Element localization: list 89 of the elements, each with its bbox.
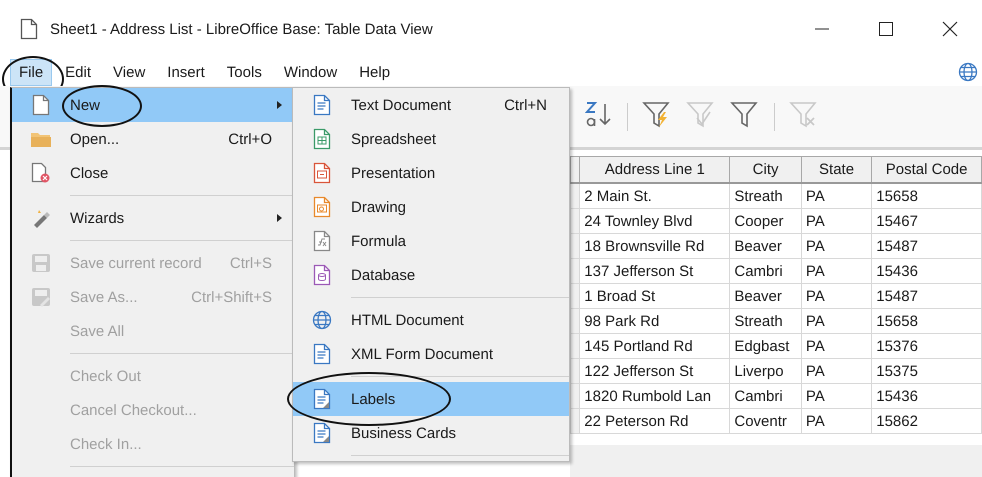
menu-item[interactable]: Wizards bbox=[12, 201, 294, 235]
menu-item[interactable]: Spreadsheet bbox=[293, 122, 569, 156]
table-cell: Liverpo bbox=[730, 358, 802, 384]
table-cell: Cambri bbox=[730, 258, 802, 284]
table-cell: Coventr bbox=[730, 408, 802, 434]
column-header[interactable]: City bbox=[730, 156, 802, 183]
menu-item[interactable]: Formula bbox=[293, 224, 569, 258]
table-cell: 122 Jefferson St bbox=[580, 358, 730, 384]
table-cell: Edgbast bbox=[730, 334, 802, 358]
menu-item[interactable]: Database bbox=[293, 258, 569, 292]
column-header[interactable]: State bbox=[801, 156, 872, 183]
drawing-icon bbox=[313, 196, 331, 218]
menu-item[interactable]: Open... Ctrl+O bbox=[12, 122, 294, 156]
globe-icon bbox=[958, 62, 978, 82]
autofilter-icon bbox=[642, 100, 672, 130]
floppy-pencil-icon bbox=[31, 287, 51, 307]
xml-document-icon bbox=[313, 343, 331, 365]
menu-item[interactable]: New bbox=[12, 88, 294, 122]
menu-item[interactable]: Labels bbox=[293, 382, 569, 416]
remove-filter-icon bbox=[789, 100, 819, 130]
table-cell: 1 Broad St bbox=[580, 284, 730, 308]
menu-bar-item[interactable]: View bbox=[104, 58, 154, 86]
table-cell: 18 Brownsville Rd bbox=[580, 234, 730, 258]
menu-item[interactable]: Text Document Ctrl+N bbox=[293, 88, 569, 122]
column-header[interactable]: Postal Code bbox=[872, 156, 982, 183]
table-cell: 24 Townley Blvd bbox=[580, 208, 730, 234]
database-icon bbox=[313, 264, 331, 286]
table-cell: PA bbox=[801, 334, 872, 358]
menu-item[interactable]: Close bbox=[12, 156, 294, 190]
menu-bar-item[interactable]: Window bbox=[274, 58, 346, 86]
table-cell: 15467 bbox=[872, 208, 982, 234]
spreadsheet-icon bbox=[313, 128, 331, 150]
document-icon bbox=[20, 18, 38, 40]
table-cell: Cambri bbox=[730, 384, 802, 408]
menu-bar-item[interactable]: Insert bbox=[158, 58, 214, 86]
table-cell: 98 Park Rd bbox=[580, 308, 730, 334]
table-cell: PA bbox=[801, 384, 872, 408]
table-cell: PA bbox=[801, 183, 872, 208]
maximize-icon[interactable] bbox=[878, 21, 894, 37]
menu-bar-item[interactable]: Edit bbox=[56, 58, 100, 86]
filter-icon bbox=[730, 100, 760, 130]
table-cell: 1820 Rumbold Lan bbox=[580, 384, 730, 408]
table-cell: PA bbox=[801, 408, 872, 434]
menu-bar-item[interactable]: File bbox=[10, 58, 52, 86]
formula-icon bbox=[313, 230, 331, 252]
table-cell: Cooper bbox=[730, 208, 802, 234]
table-cell: PA bbox=[801, 358, 872, 384]
globe-icon bbox=[312, 310, 332, 330]
menu-item[interactable]: Presentation bbox=[293, 156, 569, 190]
table-cell: 22 Peterson Rd bbox=[580, 408, 730, 434]
table-cell: 137 Jefferson St bbox=[580, 258, 730, 284]
floppy-icon bbox=[31, 253, 51, 273]
table-cell: 15658 bbox=[872, 308, 982, 334]
menu-item[interactable]: Drawing bbox=[293, 190, 569, 224]
table-cell: Streath bbox=[730, 183, 802, 208]
filter-check-icon bbox=[686, 100, 716, 130]
menu-item[interactable]: Business Cards bbox=[293, 416, 569, 450]
table-cell: 15376 bbox=[872, 334, 982, 358]
menu-item[interactable]: HTML Document bbox=[293, 303, 569, 337]
document-icon bbox=[32, 94, 50, 116]
labels-icon bbox=[313, 388, 331, 410]
table-cell: 15658 bbox=[872, 183, 982, 208]
menu-bar-item[interactable]: Help bbox=[350, 58, 400, 86]
close-icon[interactable] bbox=[942, 21, 958, 37]
table-cell: 15436 bbox=[872, 258, 982, 284]
table-cell: 2 Main St. bbox=[580, 183, 730, 208]
table-cell: Streath bbox=[730, 308, 802, 334]
text-document-icon bbox=[313, 94, 331, 116]
window-title: Sheet1 - Address List - LibreOffice Base: Table Data View bbox=[50, 20, 434, 38]
table-cell: PA bbox=[801, 234, 872, 258]
column-header[interactable]: Address Line 1 bbox=[580, 156, 730, 183]
table-cell: PA bbox=[801, 208, 872, 234]
table-cell: Beaver bbox=[730, 234, 802, 258]
menu-item[interactable]: XML Form Document bbox=[293, 337, 569, 371]
presentation-icon bbox=[313, 162, 331, 184]
table-cell: PA bbox=[801, 284, 872, 308]
table-cell: PA bbox=[801, 258, 872, 284]
business-cards-icon bbox=[313, 422, 331, 444]
table-cell: 15487 bbox=[872, 284, 982, 308]
table-cell: 15436 bbox=[872, 384, 982, 408]
menu-bar-item[interactable]: Tools bbox=[218, 58, 271, 86]
folder-icon bbox=[30, 130, 52, 148]
table-cell: Beaver bbox=[730, 284, 802, 308]
table-cell: PA bbox=[801, 308, 872, 334]
table-cell: 145 Portland Rd bbox=[580, 334, 730, 358]
close-document-icon bbox=[31, 162, 51, 184]
table-cell: 15375 bbox=[872, 358, 982, 384]
table-cell: 15487 bbox=[872, 234, 982, 258]
table-cell: 15862 bbox=[872, 408, 982, 434]
